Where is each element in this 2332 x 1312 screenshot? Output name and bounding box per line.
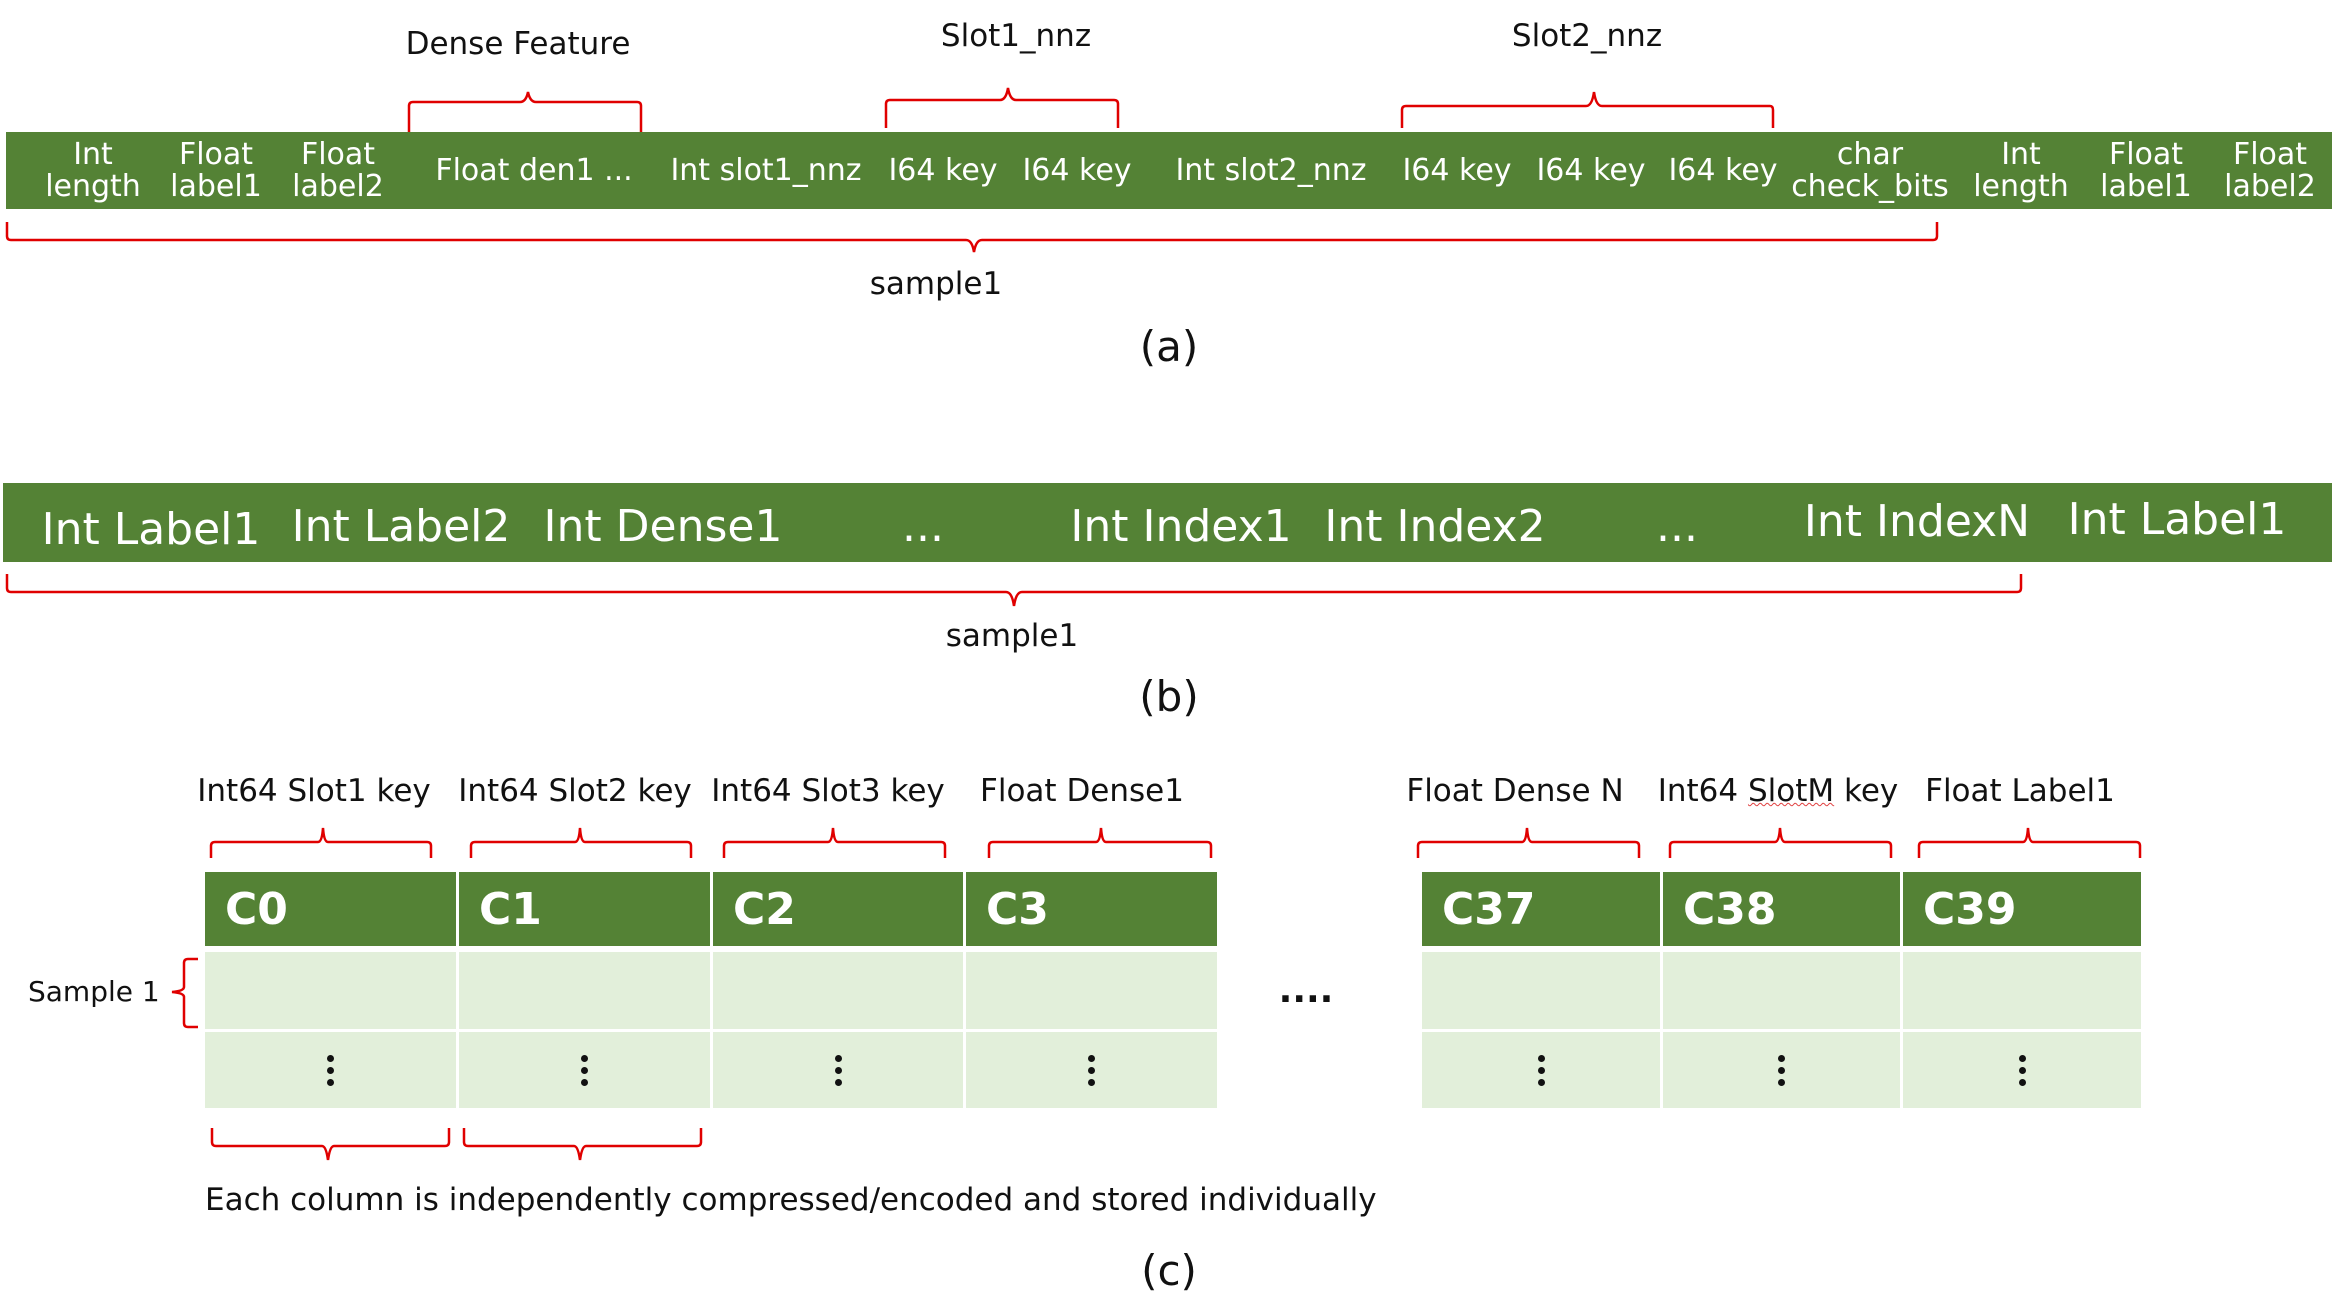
brace-sample1-b xyxy=(5,574,2023,607)
brace-sample1-a xyxy=(5,222,1939,253)
brace-slot2-nnz xyxy=(1400,91,1775,128)
brace-row-sample1 xyxy=(171,957,198,1029)
brace-slot1-nnz xyxy=(884,87,1120,128)
brace-col-c3 xyxy=(987,827,1213,858)
brace-dense-feature xyxy=(407,91,643,132)
brace-layer xyxy=(5,87,2142,1161)
brace-col-c37 xyxy=(1416,827,1641,858)
brace-bottom-c1 xyxy=(462,1128,703,1161)
brace-col-c1 xyxy=(469,827,693,858)
brace-bottom-c0 xyxy=(210,1128,451,1161)
brace-col-c39 xyxy=(1917,827,2142,858)
brace-col-c0 xyxy=(209,827,433,858)
brace-col-c2 xyxy=(722,827,947,858)
brace-col-c38 xyxy=(1668,827,1893,858)
